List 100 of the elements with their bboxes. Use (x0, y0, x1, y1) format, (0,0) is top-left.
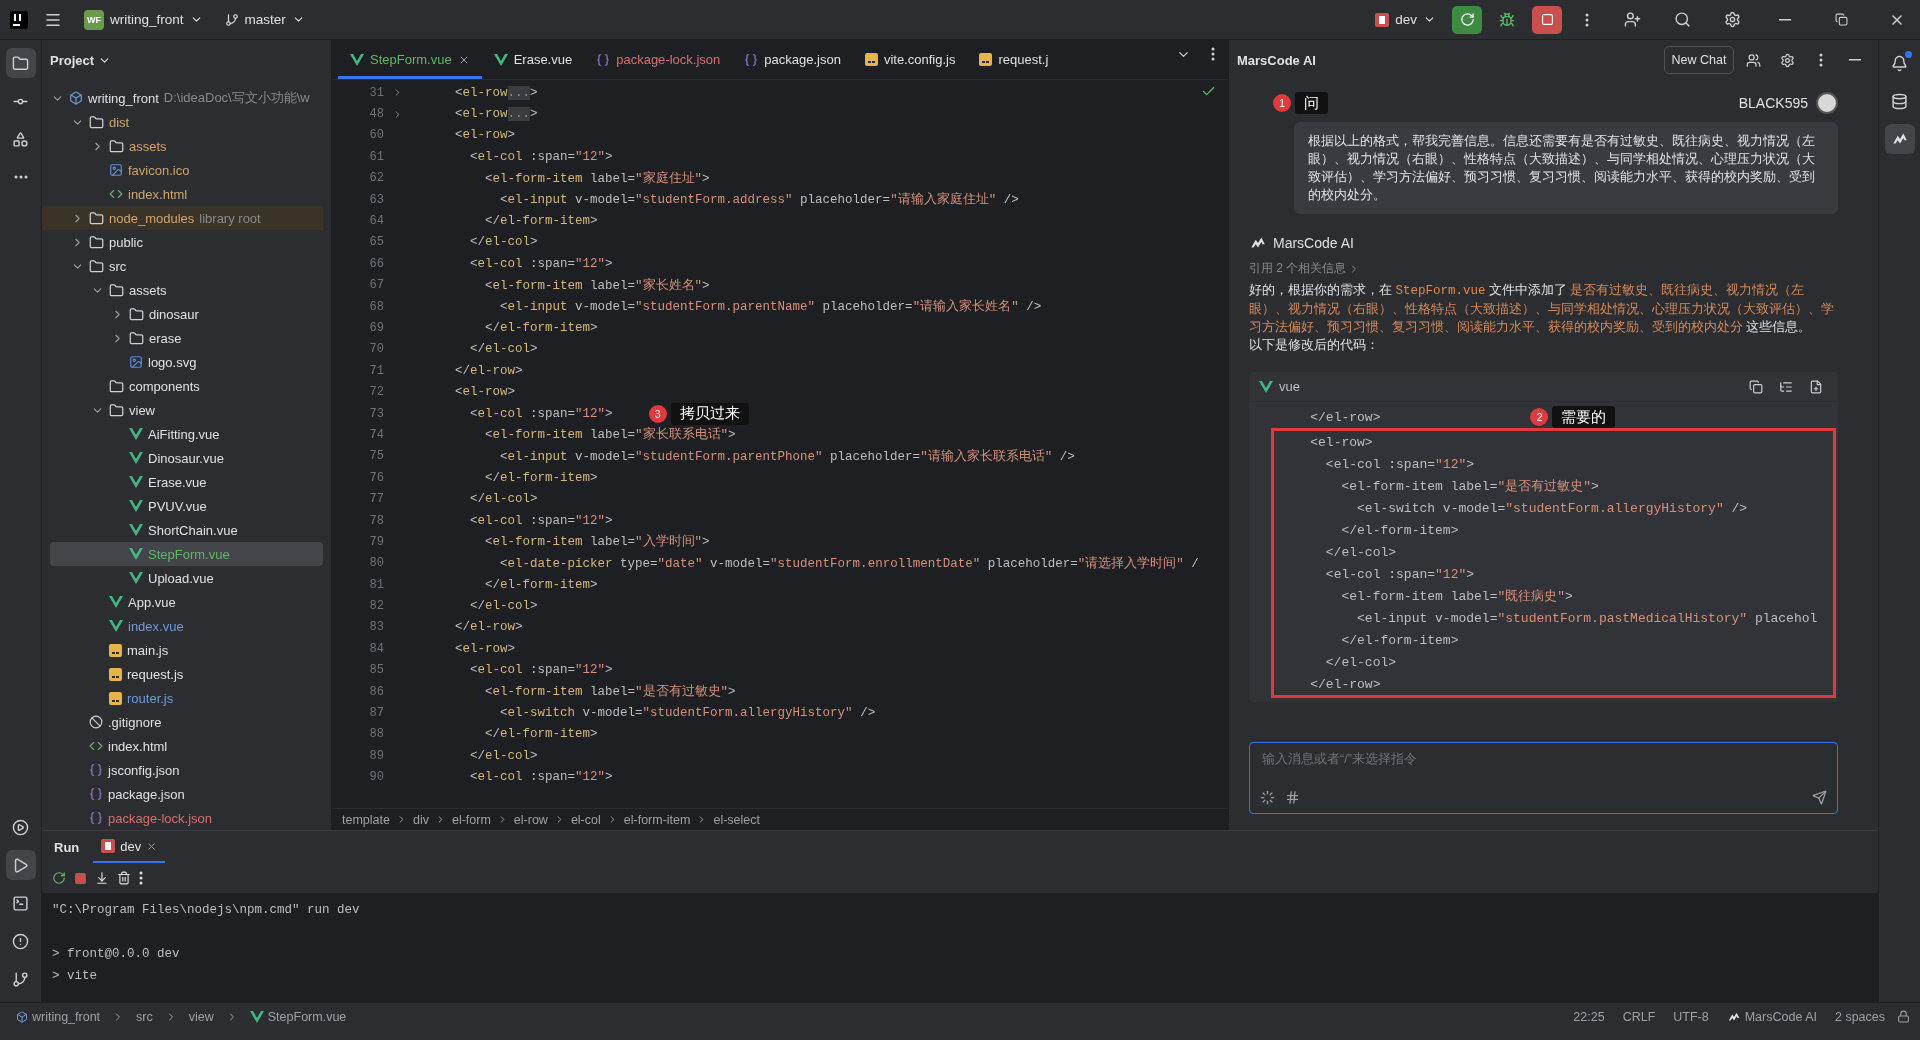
code-line: <el-col :span="12"> (469, 513, 613, 528)
trash-icon (117, 871, 131, 885)
breadcrumb-item[interactable]: div (412, 812, 429, 827)
tree-item[interactable]: Erase.vue (50, 470, 323, 494)
references-link[interactable]: 引用 2 个相关信息 (1249, 260, 1838, 277)
panel-title: Run (54, 839, 80, 855)
tree-item[interactable]: AiFitting.vue (50, 422, 323, 446)
file-name: dist (109, 114, 130, 130)
tree-item[interactable]: view (50, 398, 323, 422)
more-icon (1585, 12, 1589, 27)
path-item[interactable]: src (130, 1009, 159, 1024)
code-line: </el-col> (469, 492, 538, 507)
code-line: <el-col :span="12"> (469, 149, 613, 164)
annotation-number: 2 (1530, 408, 1549, 426)
line-number: 68 (368, 299, 384, 314)
tree-item[interactable]: erase (50, 326, 323, 350)
file-name: assets (129, 138, 167, 154)
tool-window-button[interactable] (5, 48, 36, 78)
line-number: 74 (368, 427, 384, 442)
file-name: main.js (127, 642, 169, 658)
tree-item[interactable]: node_modules library root (42, 206, 323, 230)
tree-item[interactable]: App.vue (50, 590, 323, 614)
breadcrumb-item[interactable]: el-select (713, 812, 760, 827)
tree-item[interactable]: public (50, 230, 323, 254)
tree-item[interactable]: Upload.vue (50, 566, 323, 590)
breadcrumb-item[interactable]: el-form (451, 812, 491, 827)
message-field[interactable]: 输入消息或者“/”来选择指令 (1260, 751, 1827, 767)
branch-selector[interactable]: master (218, 8, 311, 31)
tree-item[interactable]: .gitignore (50, 710, 323, 734)
tree-item[interactable]: index.html (50, 182, 323, 206)
run-icon (12, 856, 29, 874)
breadcrumb-item[interactable]: el-col (570, 812, 601, 827)
tree-item[interactable]: index.html (50, 734, 323, 758)
file-name: index.html (128, 186, 188, 202)
tree-item[interactable]: dinosaur (50, 302, 323, 326)
tree-item[interactable]: router.js (50, 686, 323, 710)
more-icon (139, 871, 143, 885)
editor-tab[interactable]: StepForm.vue (338, 40, 482, 79)
vue-icon (129, 500, 143, 512)
code-line: </el-row> (454, 620, 523, 635)
code-line: </el-col> (1324, 544, 1397, 560)
line-number: 62 (368, 171, 384, 186)
file-name: ShortChain.vue (148, 522, 238, 538)
run-config-selector[interactable]: dev (1369, 8, 1442, 31)
new-chat-button[interactable]: New Chat (1664, 46, 1734, 74)
line-number: 85 (368, 663, 384, 678)
tree-item[interactable]: Dinosaur.vue (50, 446, 323, 470)
editor-tab[interactable]: package.json (732, 40, 853, 79)
path-item[interactable]: writing_front (10, 1009, 107, 1024)
code-line: <el-col :span="12"> (469, 663, 613, 678)
status-item[interactable]: MarsCode AI (1720, 1009, 1823, 1024)
tree-item[interactable]: assets (50, 278, 323, 302)
annotation-number: 3 (648, 404, 667, 423)
editor-tab[interactable]: Erase.vue (481, 40, 585, 79)
path-note: D:\ideaDoc\写文小功能\w (163, 89, 310, 107)
editor-tab[interactable]: vite.config.js (852, 40, 968, 79)
breadcrumb-item[interactable]: el-row (513, 812, 548, 827)
file-name: Dinosaur.vue (148, 450, 224, 466)
tab-label: Erase.vue (513, 52, 573, 67)
line-number: 86 (368, 684, 384, 699)
close-icon (146, 840, 158, 852)
code-line: </el-row> (454, 363, 523, 378)
file-name: PVUV.vue (148, 498, 207, 514)
path-item[interactable]: StepForm.vue (243, 1009, 353, 1024)
breadcrumb-item[interactable]: el-form-item (623, 812, 691, 827)
tree-item[interactable]: dist (50, 110, 323, 134)
tree-item[interactable]: assets (50, 134, 323, 158)
tree-item[interactable]: index.vue (50, 614, 323, 638)
tree-item[interactable]: src (50, 254, 323, 278)
tool-window-button[interactable] (1884, 124, 1915, 154)
tree-item[interactable]: ShortChain.vue (50, 518, 323, 542)
code-line: <el-row> (454, 385, 516, 400)
tree-item[interactable]: favicon.ico (50, 158, 323, 182)
code-line: <el-col :span="12"> (1324, 566, 1475, 582)
tree-item[interactable]: main.js (50, 638, 323, 662)
status-item[interactable]: 2 spaces (1828, 1009, 1891, 1024)
stop-button[interactable] (1532, 5, 1562, 34)
tree-item[interactable]: package-lock.json (50, 806, 323, 830)
editor-tab[interactable]: package-lock.json (584, 40, 733, 79)
status-item[interactable]: CRLF (1616, 1009, 1662, 1024)
editor-tab[interactable]: request.j (967, 40, 1061, 79)
tool-window-button[interactable] (5, 850, 36, 880)
vue-icon (129, 548, 143, 560)
path-item[interactable]: view (182, 1009, 220, 1024)
code-line: </el-form-item> (484, 727, 598, 742)
tree-item[interactable]: writing_front D:\ideaDoc\写文小功能\w (50, 86, 323, 110)
tree-item[interactable]: package.json (50, 782, 323, 806)
tree-item[interactable]: logo.svg (50, 350, 323, 374)
tree-item[interactable]: StepForm.vue (50, 542, 323, 566)
status-item[interactable]: 22:25 (1567, 1009, 1611, 1024)
tree-item[interactable]: PVUV.vue (50, 494, 323, 518)
breadcrumb-item[interactable]: template (342, 812, 390, 827)
code-line: <el-form-item label="是否有过敏史"> (1340, 478, 1599, 495)
status-item[interactable]: UTF-8 (1667, 1009, 1715, 1024)
tree-item[interactable]: jsconfig.json (50, 758, 323, 782)
rerun-button[interactable] (1452, 5, 1482, 34)
tree-item[interactable]: request.js (50, 662, 323, 686)
minimize-icon (1849, 59, 1861, 61)
project-selector[interactable]: WF writing_front (78, 5, 209, 34)
tree-item[interactable]: components (50, 374, 323, 398)
